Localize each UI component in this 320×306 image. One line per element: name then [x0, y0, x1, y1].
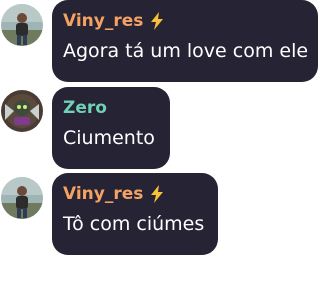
lightning-bolt-icon: [150, 12, 164, 30]
character-avatar-icon: [1, 90, 43, 132]
username[interactable]: Viny_res: [63, 10, 143, 32]
username[interactable]: Zero: [63, 97, 107, 119]
avatar[interactable]: [1, 90, 43, 132]
username[interactable]: Viny_res: [63, 183, 143, 205]
message-bubble: Viny_res Agora tá um love com ele: [52, 0, 318, 82]
message-text: Tô com ciúmes: [63, 213, 205, 235]
photo-avatar-person-icon: [1, 4, 43, 46]
chat-message: Viny_res Tô com ciúmes: [0, 173, 320, 255]
message-header: Viny_res: [63, 183, 206, 205]
message-bubble: Zero Ciumento: [52, 87, 170, 169]
chat-message: Viny_res Agora tá um love com ele: [0, 0, 320, 82]
message-bubble: Viny_res Tô com ciúmes: [52, 173, 218, 255]
message-header: Viny_res: [63, 10, 306, 32]
photo-avatar-person-icon: [1, 177, 43, 219]
avatar[interactable]: [1, 177, 43, 219]
message-text: Agora tá um love com ele: [63, 40, 309, 62]
lightning-bolt-icon: [150, 185, 164, 203]
chat-message: Zero Ciumento: [0, 87, 320, 169]
avatar[interactable]: [1, 4, 43, 46]
message-header: Zero: [63, 97, 158, 119]
message-text: Ciumento: [63, 127, 155, 149]
